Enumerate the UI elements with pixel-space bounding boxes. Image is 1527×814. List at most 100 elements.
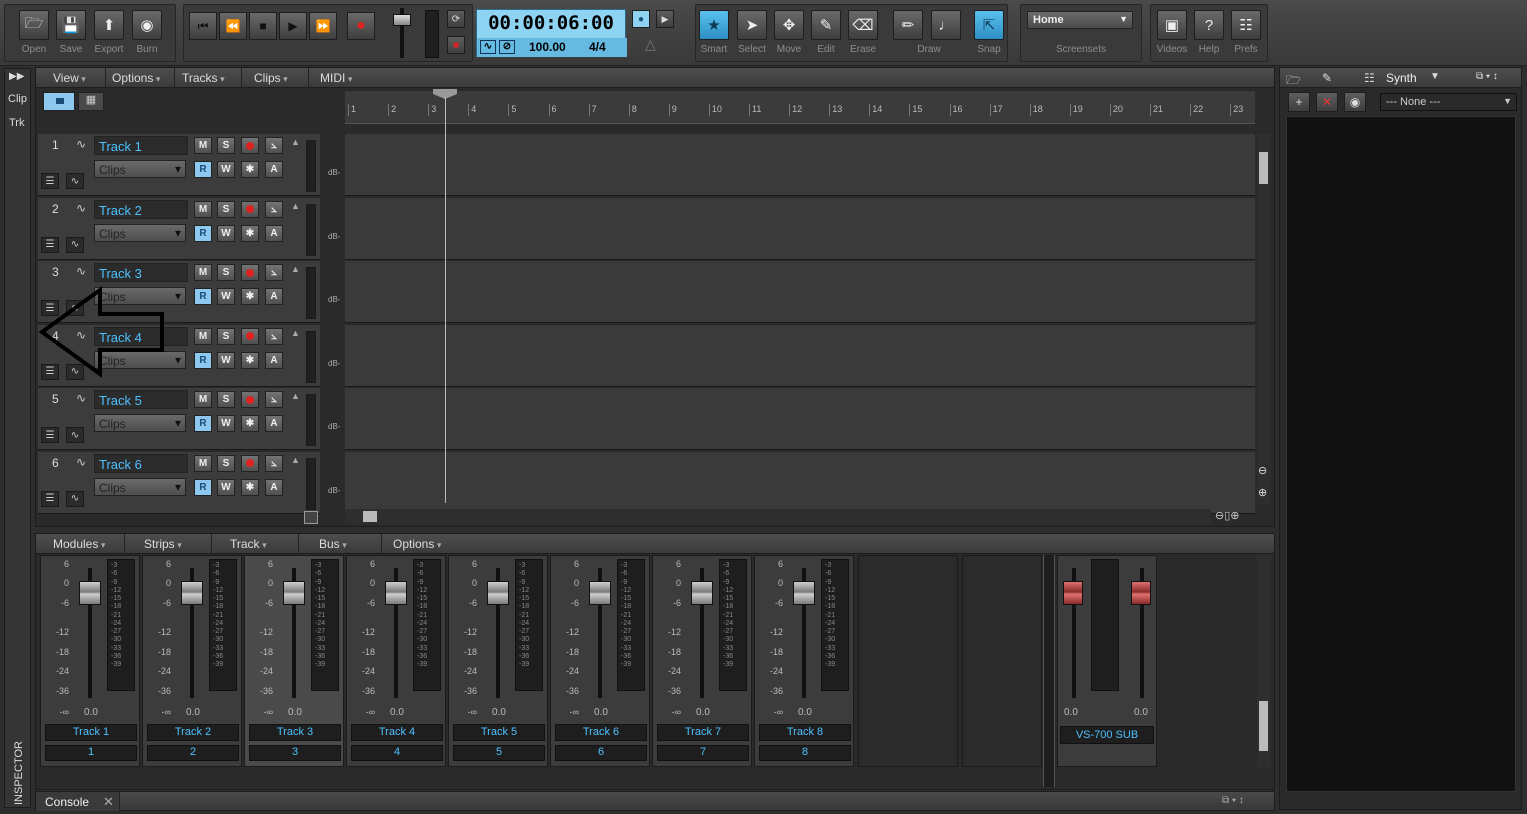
freeze-button[interactable]: ✱ [241, 415, 259, 432]
edit-tool-button[interactable]: ✎ [811, 10, 841, 40]
h-zoom-icon[interactable]: ⊖▯⊕ [1215, 509, 1240, 522]
zoom-out-icon[interactable]: ⊖ [1258, 464, 1267, 477]
volume-fader[interactable] [393, 14, 411, 26]
tracks-menu[interactable]: Tracks [182, 71, 225, 85]
videos-button[interactable]: ▣ [1157, 10, 1187, 40]
read-automation-button[interactable]: R [194, 478, 212, 496]
mute-button[interactable]: M [194, 200, 212, 218]
automation-icon[interactable]: ∿ [66, 490, 84, 507]
draw-note-button[interactable]: ♩ [931, 10, 961, 40]
scroll-thumb[interactable] [1259, 152, 1268, 184]
archive-button[interactable]: A [265, 415, 283, 432]
waveform-icon[interactable]: ∿ [480, 40, 496, 54]
archive-button[interactable]: A [265, 161, 283, 178]
track-expand-icon[interactable]: ▲ [291, 455, 300, 465]
console-scroll-thumb[interactable] [1259, 701, 1268, 751]
arm-record-button[interactable] [241, 200, 259, 218]
arm-record-button[interactable] [241, 327, 259, 345]
record-button[interactable]: ● [347, 12, 375, 40]
trk-tab[interactable]: Trk [9, 117, 24, 129]
track-menu[interactable]: Track [230, 537, 267, 551]
clips-dropdown[interactable]: Clips [94, 477, 186, 496]
arm-record-button[interactable] [241, 391, 259, 408]
track-settings-icon[interactable]: ☰ [41, 173, 59, 189]
track-expand-icon[interactable]: ▲ [291, 201, 300, 211]
arm-record-button[interactable] [241, 264, 259, 281]
strip-name[interactable]: Track 6 [555, 724, 647, 741]
preset-dropdown[interactable]: --- None --- ▼ [1380, 93, 1517, 111]
solo-button[interactable]: S [217, 454, 235, 472]
track-lane[interactable] [345, 197, 1255, 260]
write-automation-button[interactable]: W [217, 161, 235, 178]
input-echo-button[interactable]: ⦣ [265, 264, 283, 281]
write-automation-button[interactable]: W [217, 478, 235, 496]
bus-fader-right[interactable] [1131, 581, 1151, 605]
draw-tool-button[interactable]: ✏ [893, 10, 923, 40]
track-pane-toggle[interactable] [304, 511, 318, 524]
volume-fader[interactable] [589, 581, 611, 605]
inspector-label[interactable]: INSPECTOR [13, 725, 25, 805]
read-automation-button[interactable]: R [194, 288, 212, 305]
track-name[interactable]: Track 6 [94, 453, 188, 473]
waveform-icon[interactable]: ∿ [76, 455, 86, 469]
strip-name[interactable]: Track 2 [147, 724, 239, 741]
console-options-menu[interactable]: Options [393, 537, 441, 551]
waveform-icon[interactable]: ∿ [76, 201, 86, 215]
track-expand-icon[interactable]: ▲ [291, 328, 300, 338]
vertical-scrollbar[interactable]: ⊖ ⊕ [1257, 134, 1271, 504]
automation-icon[interactable]: ∿ [66, 236, 84, 253]
track-lane[interactable] [345, 261, 1255, 323]
write-automation-button[interactable]: W [217, 415, 235, 432]
delete-synth-button[interactable]: ✕ [1316, 92, 1338, 112]
time-display[interactable]: 00:00:06:00 ∿ ⊘ 100.00 4/4 [476, 9, 627, 57]
track-name[interactable]: Track 3 [94, 263, 188, 282]
volume-fader[interactable] [487, 581, 509, 605]
clips-menu[interactable]: Clips [254, 71, 288, 85]
input-echo-button[interactable]: ⦣ [265, 137, 283, 154]
freeze-button[interactable]: ✱ [241, 478, 259, 496]
track-lane[interactable] [345, 134, 1255, 196]
read-automation-button[interactable]: R [194, 351, 212, 369]
write-automation-button[interactable]: W [217, 288, 235, 305]
track-expand-icon[interactable]: ▲ [291, 391, 300, 401]
volume-fader[interactable] [385, 581, 407, 605]
piano-tab-icon[interactable]: ☷ [1364, 71, 1375, 85]
punch-button[interactable]: ■ [447, 36, 465, 54]
rewind-button[interactable]: ⏪ [219, 12, 247, 40]
write-automation-button[interactable]: W [217, 351, 235, 369]
dock-options-icon[interactable]: ⧉ ▾ ↕ [1222, 795, 1244, 806]
rewind-to-start-button[interactable]: ⏮ [189, 12, 217, 40]
freeze-button[interactable]: ✱ [241, 351, 259, 369]
pen-tab-icon[interactable]: ✎ [1322, 71, 1332, 85]
screenset-dropdown[interactable]: Home ▼ [1027, 11, 1133, 29]
solo-button[interactable]: S [217, 264, 235, 281]
synth-props-button[interactable]: ◉ [1344, 92, 1366, 112]
freeze-button[interactable]: ✱ [241, 288, 259, 305]
save-button[interactable]: 💾 [56, 10, 86, 40]
track-lane[interactable] [345, 324, 1255, 387]
read-automation-button[interactable]: R [194, 415, 212, 432]
solo-button[interactable]: S [217, 137, 235, 154]
select-tool-button[interactable]: ➤ [737, 10, 767, 40]
synth-tab[interactable]: Synth [1386, 71, 1417, 85]
arm-record-button[interactable] [241, 137, 259, 154]
volume-fader[interactable] [181, 581, 203, 605]
read-automation-button[interactable]: R [194, 224, 212, 242]
add-synth-button[interactable]: + [1288, 92, 1310, 112]
close-icon[interactable]: ✕ [103, 794, 114, 810]
input-echo-button[interactable]: ⦣ [265, 200, 283, 218]
no-sync-icon[interactable]: ⊘ [499, 40, 515, 54]
track-expand-icon[interactable]: ▲ [291, 264, 300, 274]
strip-name[interactable]: Track 7 [657, 724, 749, 741]
help-button[interactable]: ? [1194, 10, 1224, 40]
solo-button[interactable]: S [217, 327, 235, 345]
track-header[interactable]: 1 ∿ Track 1 Clips MS ⦣ ▲ RW ✱ A ☰ ∿ [38, 134, 320, 196]
bus-fader-left[interactable] [1063, 581, 1083, 605]
smart-tool-button[interactable]: ★ [699, 10, 729, 40]
options-menu[interactable]: Options [112, 71, 160, 85]
metronome-button[interactable]: ● [632, 10, 650, 28]
volume-fader[interactable] [793, 581, 815, 605]
freeze-button[interactable]: ✱ [241, 161, 259, 178]
prefs-button[interactable]: ☷ [1231, 10, 1261, 40]
volume-fader[interactable] [691, 581, 713, 605]
